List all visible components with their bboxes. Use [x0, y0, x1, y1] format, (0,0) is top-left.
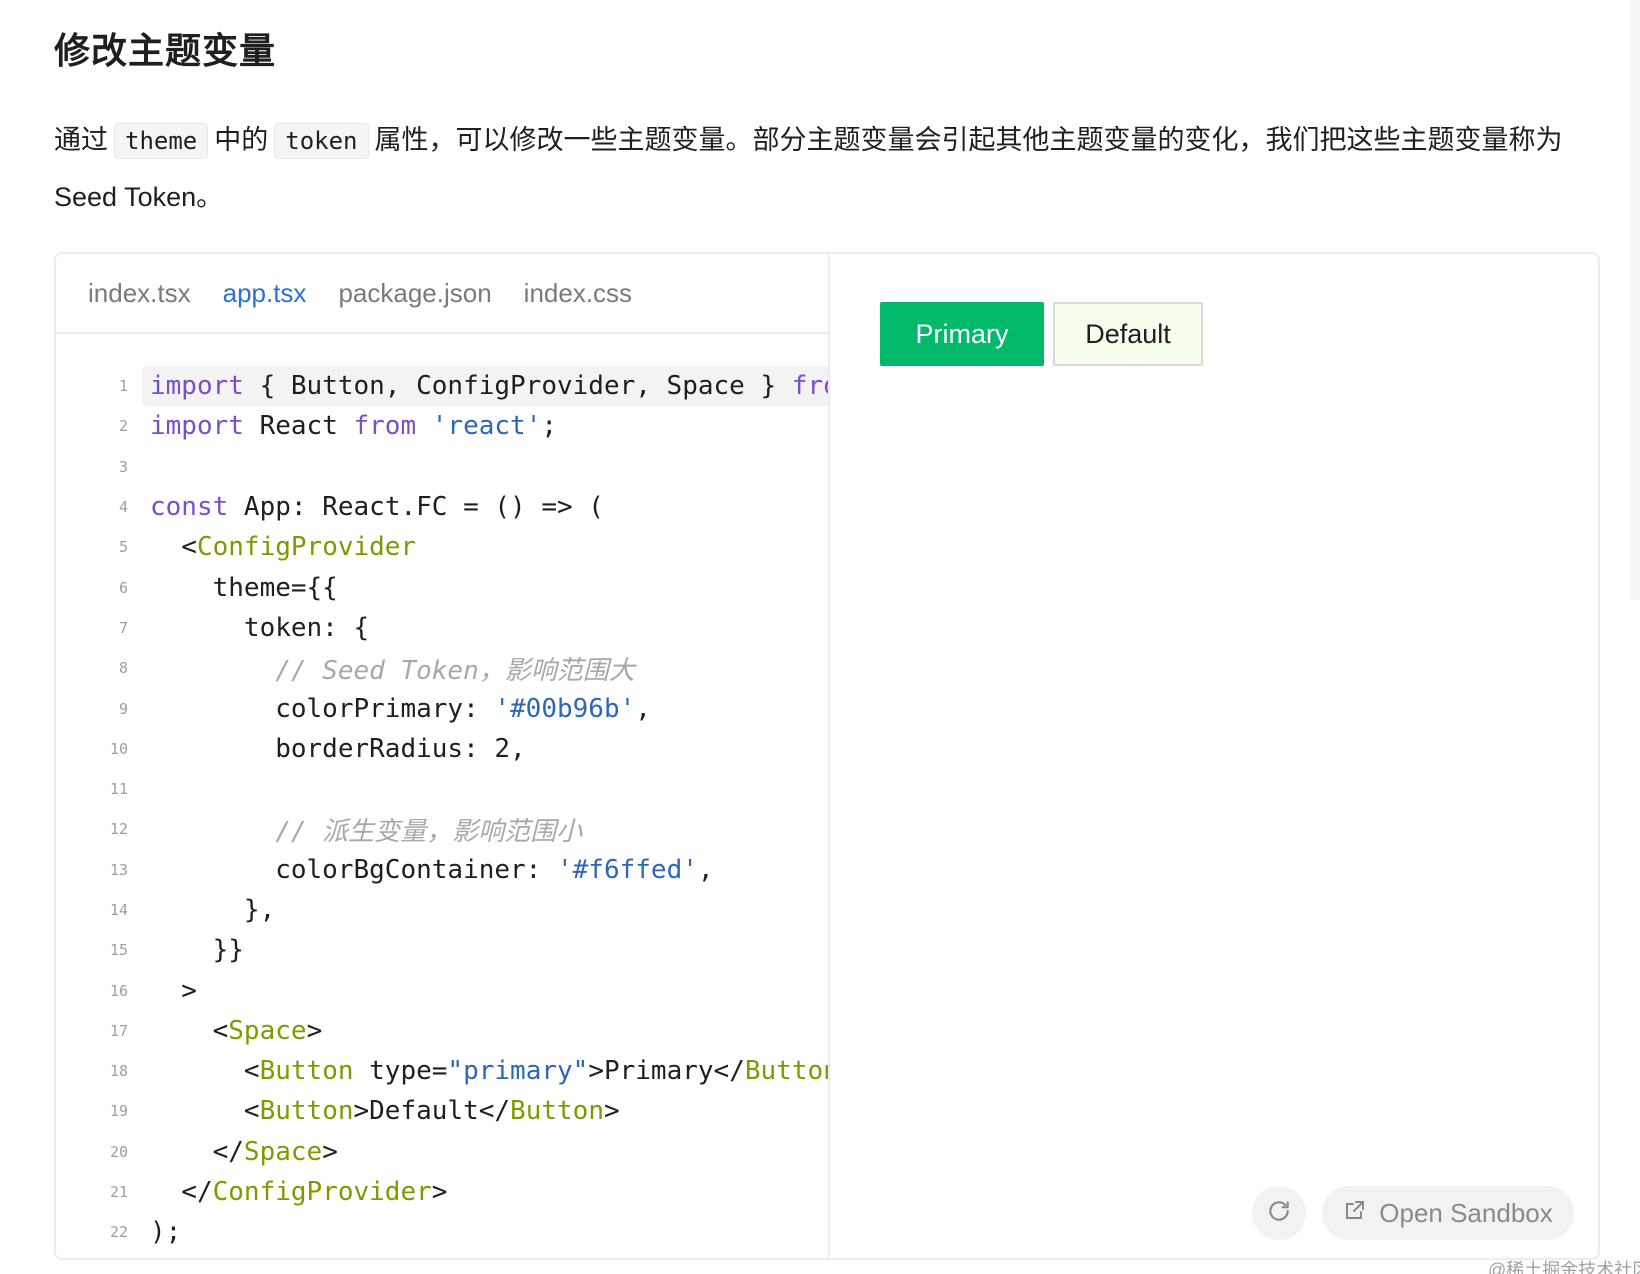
- line-number: 20: [109, 1142, 128, 1161]
- line-number: 21: [109, 1183, 128, 1202]
- reload-icon: [1266, 1198, 1292, 1229]
- line-number: 5: [118, 538, 128, 557]
- code-text: <Button type="primary">Primary</Button>: [150, 1056, 830, 1087]
- code-line: 8 // Seed Token，影响范围大: [56, 648, 828, 688]
- line-number: 6: [118, 578, 128, 597]
- code-text: // Seed Token，影响范围大: [150, 655, 635, 686]
- line-number: 16: [109, 981, 128, 1000]
- open-sandbox-button[interactable]: Open Sandbox: [1322, 1186, 1574, 1240]
- code-text: </ConfigProvider >: [150, 1177, 448, 1208]
- code-text: < ConfigProvider: [150, 532, 417, 563]
- code-text: import { Button, ConfigProvider, Space }…: [142, 366, 828, 407]
- code-text: < Button >Default</Button >: [150, 1096, 620, 1127]
- code-text: import React from 'react';: [150, 411, 558, 442]
- code-line: 5 < ConfigProvider: [56, 527, 828, 567]
- intro-text-1: 通过: [54, 125, 108, 155]
- code-line: 3: [56, 447, 828, 487]
- code-line: 22);: [56, 1212, 828, 1252]
- code-text: colorBgContainer: '#f6ffed',: [150, 854, 714, 885]
- intro-paragraph: 通过 theme 中的 token 属性，可以修改一些主题变量。部分主题变量会引起其他主…: [54, 112, 1594, 225]
- code-line: 7 token: {: [56, 608, 828, 648]
- external-link-icon: [1343, 1198, 1367, 1229]
- file-tabs: index.tsx app.tsx package.json index.css: [56, 254, 828, 334]
- intro-text-2: 中的: [214, 125, 269, 155]
- inline-code-token: token: [274, 123, 369, 159]
- code-line: 16 >: [56, 970, 828, 1010]
- code-text: theme={{: [150, 572, 338, 603]
- code-line: 2 import React from 'react';: [56, 406, 828, 446]
- code-line: 20 </Space >: [56, 1132, 828, 1172]
- page-title: 修改主题变量: [54, 30, 277, 71]
- code-line: 21 </ConfigProvider >: [56, 1172, 828, 1212]
- code-line: 4 const App: React.FC = () => (: [56, 487, 828, 527]
- line-number: 11: [109, 780, 128, 799]
- line-number: 2: [118, 417, 128, 436]
- code-text: colorPrimary: '#00b96b',: [150, 693, 651, 724]
- code-line: 13 colorBgContainer: '#f6ffed',: [56, 850, 828, 890]
- line-number: 13: [109, 860, 128, 879]
- code-text: token: {: [150, 612, 370, 643]
- line-number: 7: [118, 618, 128, 637]
- preview-default-button[interactable]: Default: [1053, 302, 1203, 366]
- line-number: 3: [118, 457, 128, 476]
- code-text: </Space >: [150, 1136, 338, 1167]
- code-line: 14 },: [56, 890, 828, 930]
- tab-app-tsx[interactable]: app.tsx: [223, 278, 307, 309]
- line-number: 18: [109, 1062, 128, 1081]
- code-line: 9 colorPrimary: '#00b96b',: [56, 688, 828, 728]
- line-number: 17: [109, 1021, 128, 1040]
- code-editor[interactable]: 1 import { Button, ConfigProvider, Space …: [56, 366, 830, 1253]
- line-number: 19: [109, 1102, 128, 1121]
- line-number: 14: [109, 901, 128, 919]
- code-line: 18 < Button type= "primary" >Primary</Butto…: [56, 1051, 830, 1091]
- code-line: 11: [56, 769, 828, 809]
- line-number: 10: [109, 739, 128, 758]
- line-number: 12: [109, 820, 128, 839]
- code-text: < Space >: [150, 1015, 323, 1046]
- preview-pane: Primary Default Open Sandbox: [832, 254, 1598, 1258]
- code-text: // 派生变量，影响范围小: [150, 816, 583, 847]
- tab-index-css[interactable]: index.css: [524, 278, 632, 309]
- code-line: 6 theme={{: [56, 567, 828, 607]
- tab-index-tsx[interactable]: index.tsx: [88, 278, 191, 309]
- open-sandbox-label: Open Sandbox: [1379, 1197, 1553, 1228]
- code-demo-card: index.tsx app.tsx package.json index.css…: [54, 252, 1600, 1260]
- reload-button[interactable]: [1252, 1186, 1306, 1240]
- code-line: 19 < Button >Default</Button >: [56, 1091, 828, 1131]
- code-line: 1 import { Button, ConfigProvider, Space …: [56, 366, 828, 407]
- code-line: 12 // 派生变量，影响范围小: [56, 809, 828, 849]
- code-text: >: [150, 975, 197, 1006]
- code-pane: index.tsx app.tsx package.json index.css…: [56, 254, 830, 1258]
- line-number: 15: [109, 941, 128, 960]
- code-text: },: [150, 895, 276, 925]
- line-number: 22: [109, 1223, 128, 1242]
- code-line: 17 < Space >: [56, 1011, 828, 1051]
- tab-package-json[interactable]: package.json: [338, 278, 491, 309]
- line-number: 9: [118, 699, 128, 718]
- code-line: 10 borderRadius: 2,: [56, 729, 828, 769]
- code-text: );: [150, 1217, 182, 1248]
- code-line: 15 }}: [56, 930, 828, 970]
- line-number: 8: [118, 659, 128, 678]
- page-scrollbar[interactable]: [1630, 0, 1640, 600]
- preview-primary-button[interactable]: Primary: [880, 302, 1044, 366]
- code-text: borderRadius: 2,: [150, 733, 526, 764]
- inline-code-theme: theme: [114, 123, 209, 159]
- code-text: }}: [150, 935, 244, 966]
- line-number: 1: [118, 377, 128, 396]
- watermark: @稀土掘金技术社区: [1488, 1260, 1640, 1274]
- line-number: 4: [118, 498, 128, 517]
- code-text: const App: React.FC = () => (: [150, 492, 604, 523]
